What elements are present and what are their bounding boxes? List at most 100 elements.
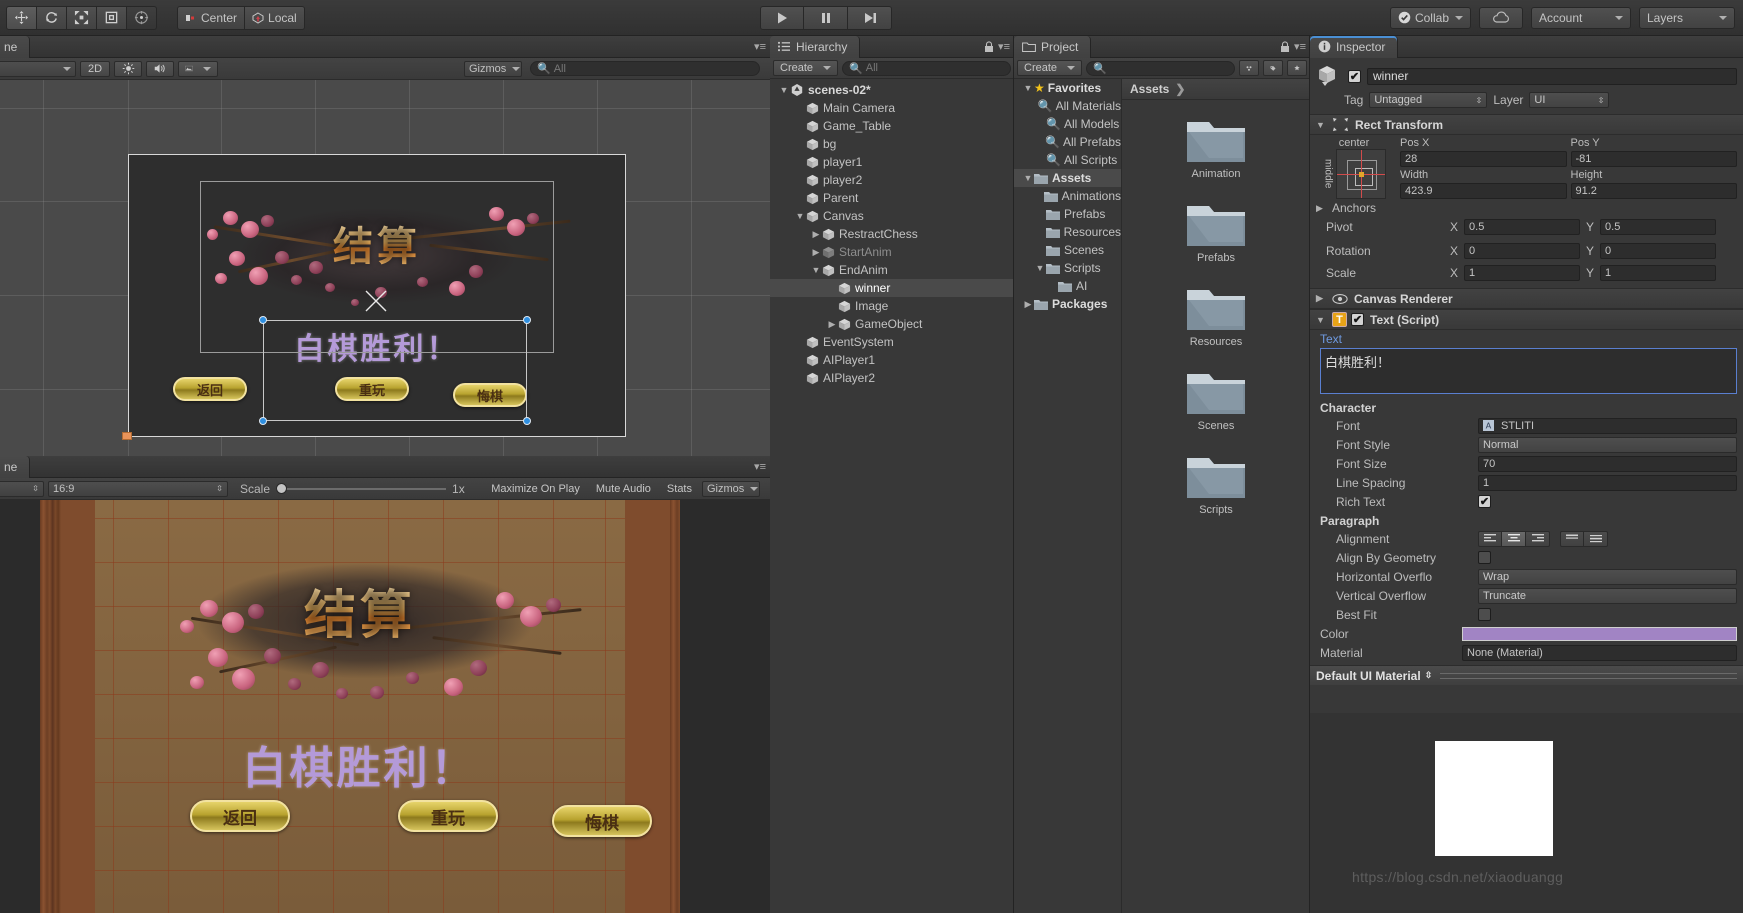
tab-hierarchy[interactable]: Hierarchy [770, 35, 861, 58]
cloud-button[interactable] [1479, 6, 1523, 29]
hierarchy-item-scenes02[interactable]: ▼ scenes-02* [770, 81, 1014, 99]
chevron-down-icon[interactable]: ▼ [1316, 315, 1326, 325]
hierarchy-item-restractchess[interactable]: ▶ RestractChess [770, 225, 1014, 243]
chevron-down-icon[interactable]: ▼ [810, 265, 822, 275]
project-search-input[interactable]: 🔍 [1086, 60, 1235, 76]
project-filter-type-button[interactable] [1239, 60, 1259, 76]
anchors-foldout[interactable]: ▶ Anchors [1310, 199, 1743, 217]
pos-x-field[interactable]: 28 [1400, 151, 1567, 167]
project-tree-item-animations[interactable]: Animations [1014, 187, 1121, 205]
hierarchy-item-gameobject[interactable]: ▶ GameObject [770, 315, 1014, 333]
scene-fx-dropdown[interactable] [178, 60, 218, 77]
chevron-down-icon[interactable]: ▼ [1022, 173, 1034, 183]
project-tree-item-resources[interactable]: Resources [1014, 223, 1121, 241]
rich-text-checkbox[interactable]: ✔ [1478, 495, 1491, 508]
asset-item-resources[interactable]: Resources [1170, 282, 1262, 348]
transform-tool-button[interactable] [127, 5, 157, 30]
asset-item-scenes[interactable]: Scenes [1170, 366, 1262, 432]
project-tree[interactable]: ▼ ★ Favorites 🔍 All Materials 🔍 All Models 🔍 All… [1014, 79, 1122, 913]
play-button[interactable] [760, 5, 804, 30]
chevron-down-icon[interactable]: ▼ [778, 85, 790, 95]
hierarchy-item-aiplayer2[interactable]: AIPlayer2 [770, 369, 1014, 387]
stats-toggle[interactable]: Stats [661, 481, 698, 497]
scene-2d-toggle[interactable]: 2D [80, 60, 110, 77]
object-enabled-checkbox[interactable]: ✔ [1348, 69, 1361, 83]
game-button-replay[interactable]: 重玩 [398, 800, 498, 832]
hierarchy-item-player2[interactable]: player2 [770, 171, 1014, 189]
panel-options-icon[interactable]: ▾≡ [754, 40, 766, 53]
game-button-undo[interactable]: 悔棋 [552, 805, 652, 837]
canvas-renderer-header[interactable]: ▶ Canvas Renderer [1310, 288, 1743, 309]
game-button-back[interactable]: 返回 [190, 800, 290, 832]
hierarchy-item-startanim[interactable]: ▶ StartAnim [770, 243, 1014, 261]
chevron-right-icon[interactable]: ▶ [1316, 203, 1326, 214]
panel-options-icon[interactable]: ▾≡ [754, 460, 766, 473]
project-tree-item-allmaterials[interactable]: 🔍 All Materials [1014, 97, 1121, 115]
hierarchy-item-bg[interactable]: bg [770, 135, 1014, 153]
project-tree-item-scenes[interactable]: Scenes [1014, 241, 1121, 259]
step-button[interactable] [848, 5, 892, 30]
rotate-tool-button[interactable] [37, 5, 67, 30]
rect-tool-button[interactable] [97, 5, 127, 30]
text-script-header[interactable]: ▼ T ✔ Text (Script) [1310, 309, 1743, 330]
anchor-preset-box[interactable] [1335, 149, 1386, 199]
hierarchy-item-aiplayer1[interactable]: AIPlayer1 [770, 351, 1014, 369]
layers-button[interactable]: Layers [1639, 6, 1735, 29]
mute-audio-toggle[interactable]: Mute Audio [590, 481, 657, 497]
chevron-down-icon[interactable]: ▼ [1316, 120, 1326, 130]
material-preview-header[interactable]: Default UI Material ⇳ [1310, 665, 1743, 685]
pivot-mode-button[interactable]: Center [177, 5, 246, 30]
scene-panel-menu[interactable]: ▾≡ [754, 40, 766, 53]
pivot-x-field[interactable]: 0.5 [1464, 219, 1581, 235]
rect-transform-header[interactable]: ▼ Rect Transform [1310, 114, 1743, 135]
chevron-right-icon[interactable]: ▶ [826, 319, 838, 330]
scene-gizmos-dropdown[interactable]: Gizmos [464, 60, 522, 77]
tab-project[interactable]: Project [1014, 35, 1092, 58]
project-favorite-button[interactable] [1287, 60, 1307, 76]
asset-grid[interactable]: Animation Prefabs Resources Scenes Scripts [1122, 100, 1310, 516]
pivot-rotation-button[interactable]: Local [245, 5, 305, 30]
pivot-y-field[interactable]: 0.5 [1600, 219, 1717, 235]
scale-x-field[interactable]: 1 [1464, 265, 1581, 281]
font-object-field[interactable]: A STLITI [1478, 417, 1737, 434]
chevron-down-icon[interactable]: ▼ [1022, 83, 1034, 93]
project-tree-item-assets[interactable]: ▼ Assets [1014, 169, 1121, 187]
align-left-button[interactable] [1478, 530, 1502, 547]
color-swatch[interactable] [1462, 626, 1737, 641]
project-tree-item-allscripts[interactable]: 🔍 All Scripts [1014, 151, 1121, 169]
layer-dropdown[interactable]: UI ⇳ [1529, 92, 1610, 108]
project-tree-item-allmodels[interactable]: 🔍 All Models [1014, 115, 1121, 133]
horizontal-overflow-dropdown[interactable]: Wrap [1478, 568, 1737, 585]
text-script-enabled-checkbox[interactable]: ✔ [1351, 313, 1364, 326]
project-menu[interactable]: ▾≡ [1280, 40, 1306, 53]
project-tree-item-favorites[interactable]: ▼ ★ Favorites [1014, 79, 1121, 97]
width-field[interactable]: 423.9 [1400, 183, 1567, 199]
hierarchy-menu[interactable]: ▾≡ [984, 40, 1010, 53]
scene-audio-toggle[interactable] [146, 60, 174, 77]
hierarchy-item-player1[interactable]: player1 [770, 153, 1014, 171]
game-aspect-dropdown[interactable]: 16:9 ⇳ [48, 480, 228, 497]
account-button[interactable]: Account [1531, 6, 1631, 29]
hierarchy-item-endanim[interactable]: ▼ EndAnim [770, 261, 1014, 279]
vertical-alignment-group[interactable] [1560, 530, 1608, 547]
align-right-button[interactable] [1526, 530, 1550, 547]
font-size-field[interactable]: 70 [1478, 455, 1737, 472]
hierarchy-search-input[interactable]: 🔍 All [842, 60, 1011, 76]
project-create-button[interactable]: Create [1017, 60, 1083, 76]
hierarchy-item-maincamera[interactable]: Main Camera [770, 99, 1014, 117]
scene-button-back[interactable]: 返回 [173, 377, 247, 401]
project-tree-item-scripts[interactable]: ▼ Scripts [1014, 259, 1121, 277]
game-viewport[interactable]: 结算 白棋胜利！ 返回 重玩 悔棋 [0, 500, 770, 913]
align-center-button[interactable] [1502, 530, 1526, 547]
chevron-right-icon[interactable]: ▶ [1022, 299, 1034, 310]
project-tree-item-packages[interactable]: ▶ Packages [1014, 295, 1121, 313]
hierarchy-item-eventsystem[interactable]: EventSystem [770, 333, 1014, 351]
chevron-down-icon[interactable]: ▼ [794, 211, 806, 221]
game-display-dropdown[interactable]: 1 ⇳ [0, 480, 44, 497]
rotation-y-field[interactable]: 0 [1600, 243, 1717, 259]
pause-button[interactable] [804, 5, 848, 30]
tab-inspector[interactable]: Inspector [1310, 35, 1399, 58]
asset-item-prefabs[interactable]: Prefabs [1170, 198, 1262, 264]
horizontal-alignment-group[interactable] [1478, 530, 1550, 547]
chevron-right-icon[interactable]: ▶ [810, 247, 822, 258]
